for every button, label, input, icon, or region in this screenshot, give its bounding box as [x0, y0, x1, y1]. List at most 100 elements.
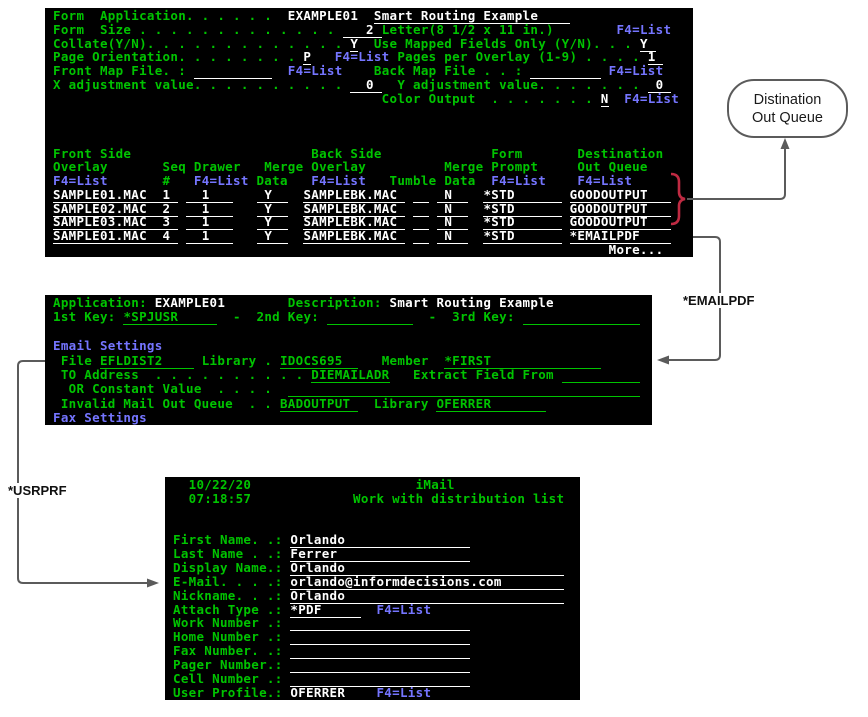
terminal-line: More...: [53, 243, 685, 257]
screen-text: Invalid Mail Out Queue . .: [53, 396, 280, 411]
screen-text: Overlay Seq Drawer Merge Overlay Merge P…: [53, 159, 648, 174]
screen-text: Library: [358, 396, 436, 411]
screen-text: Work Number .:: [173, 615, 290, 630]
screen-text: Page Orientation. . . . . . . .: [53, 49, 303, 64]
terminal-line: E-Mail. . . .: orlando@informdecisions.c…: [173, 575, 572, 589]
screen-text: iMail: [416, 477, 455, 492]
screen-text: 07:18:57: [173, 491, 251, 506]
terminal-line: SAMPLE01.MAC 4 1 Y SAMPLEBK.MAC N *STD *…: [53, 229, 685, 243]
field-value[interactable]: N: [601, 91, 609, 107]
screen-text: 3rd Key:: [452, 309, 522, 324]
field-value[interactable]: [523, 309, 640, 325]
screen-text: F4=List: [609, 91, 679, 106]
screen-text: TO Address . . . . . . . . . .: [53, 367, 311, 382]
screen-text: -: [413, 309, 452, 324]
screen-text: [288, 228, 304, 243]
terminal-line: 1st Key: *SPJUSR - 2nd Key: - 3rd Key:: [53, 310, 644, 324]
field-value[interactable]: OFERRER: [436, 396, 546, 412]
screen-text: F4=List: [491, 173, 546, 188]
screen-text: [468, 201, 484, 216]
terminal-line: Overlay Seq Drawer Merge Overlay Merge P…: [53, 160, 685, 174]
screen-text: [288, 214, 304, 229]
screen-text: F4=List: [577, 173, 632, 188]
screen-text: Front Side Back Side Form Destination: [53, 146, 663, 161]
screen-text: F4=List: [376, 685, 431, 700]
screen-text: [233, 187, 256, 202]
terminal-line: [173, 520, 572, 534]
screen-text: [468, 214, 484, 229]
terminal-line: Display Name.: Orlando: [173, 561, 572, 575]
terminal-line: Home Number .:: [173, 630, 572, 644]
screen-text: [562, 214, 570, 229]
screen-text: E-Mail. . . .:: [173, 574, 290, 589]
screen-text: [562, 201, 570, 216]
field-value[interactable]: OFERRER: [290, 685, 360, 700]
screen-text: [468, 187, 484, 202]
screen-text: Application:: [53, 295, 155, 310]
screen-text: [429, 228, 437, 243]
terminal-line: Form Size . . . . . . . . . . . . . 2 Le…: [53, 23, 685, 37]
email-settings-screen: Application: EXAMPLE01 Description: Smar…: [45, 295, 652, 425]
terminal-line: TO Address . . . . . . . . . . DIEMAILAD…: [53, 368, 644, 382]
terminal-line: [173, 506, 572, 520]
terminal-line: Fax Settings: [53, 411, 644, 425]
screen-text: #: [108, 173, 194, 188]
terminal-line: Invalid Mail Out Queue . . BADOUTPUT Lib…: [53, 397, 644, 411]
screen-text: [178, 187, 186, 202]
terminal-line: [53, 133, 685, 147]
field-value[interactable]: BADOUTPUT: [280, 396, 358, 412]
screen-text: Data: [249, 173, 312, 188]
field-value[interactable]: [327, 309, 413, 325]
screen-text: [546, 173, 577, 188]
screen-text: [405, 201, 413, 216]
field-value[interactable]: *SPJUSR: [123, 309, 217, 325]
usrprf-edge-label: *USRPRF: [5, 483, 70, 498]
screen-text: Fax Number. .:: [173, 643, 290, 658]
terminal-line: X adjustment value. . . . . . . . . . 0 …: [53, 78, 685, 92]
screen-text: F4=List: [194, 173, 249, 188]
screen-text: Home Number .:: [173, 629, 290, 644]
screen-text: Member: [358, 353, 444, 368]
terminal-line: Nickname. . .: Orlando: [173, 589, 572, 603]
screen-text: F4=List: [376, 602, 431, 617]
diagram-canvas: Form Application. . . . . . EXAMPLE01 Sm…: [0, 0, 868, 717]
screen-text: More...: [609, 242, 664, 257]
screen-text: User Profile.:: [173, 685, 290, 700]
terminal-line: Form Application. . . . . . EXAMPLE01 Sm…: [53, 9, 685, 23]
screen-text: Letter(8 1/2 x 11 in.): [382, 22, 554, 37]
screen-text: F4=List: [53, 173, 108, 188]
screen-text: Pages per Overlay (1-9) . . . .: [390, 49, 648, 64]
terminal-line: Color Output . . . . . . . N F4=List: [53, 92, 685, 106]
terminal-line: 07:18:57 Work with distribution list: [173, 492, 572, 506]
screen-text: X adjustment value. . . . . . . . . .: [53, 77, 350, 92]
screen-text: Form Size . . . . . . . . . . . . .: [53, 22, 343, 37]
screen-text: Library .: [194, 353, 280, 368]
terminal-line: [53, 325, 644, 339]
screen-text: [405, 187, 413, 202]
screen-text: [288, 187, 304, 202]
screen-text: Cell Number .:: [173, 671, 290, 686]
arrowhead-left-icon: [657, 356, 669, 365]
terminal-line: Cell Number .:: [173, 672, 572, 686]
imail-distribution-screen: 10/22/20 iMail 07:18:57 Work with distri…: [165, 477, 580, 700]
screen-text: Pager Number.:: [173, 657, 290, 672]
destination-out-queue-bubble: Distination Out Queue: [727, 79, 848, 138]
screen-text: 2nd Key:: [257, 309, 327, 324]
screen-text: F4=List: [601, 63, 664, 78]
screen-text: Tumble: [366, 173, 444, 188]
screen-text: [554, 22, 617, 37]
screen-text: Y adjustment value. . . . . . .: [382, 77, 648, 92]
screen-text: Form Application. . . . . .: [53, 8, 288, 23]
screen-text: [288, 201, 304, 216]
terminal-line: Work Number .:: [173, 616, 572, 630]
screen-text: Attach Type .:: [173, 602, 290, 617]
terminal-line: User Profile.: OFERRER F4=List: [173, 686, 572, 700]
terminal-line: Collate(Y/N). . . . . . . . . . . . . Y …: [53, 37, 685, 51]
screen-text: [405, 214, 413, 229]
screen-text: [361, 685, 377, 700]
terminal-line: [53, 119, 685, 133]
screen-text: [429, 201, 437, 216]
screen-text: Smart Routing Example: [390, 295, 554, 310]
screen-text: File: [53, 353, 100, 368]
connector-goodoutput-to-bubble: [687, 149, 785, 199]
